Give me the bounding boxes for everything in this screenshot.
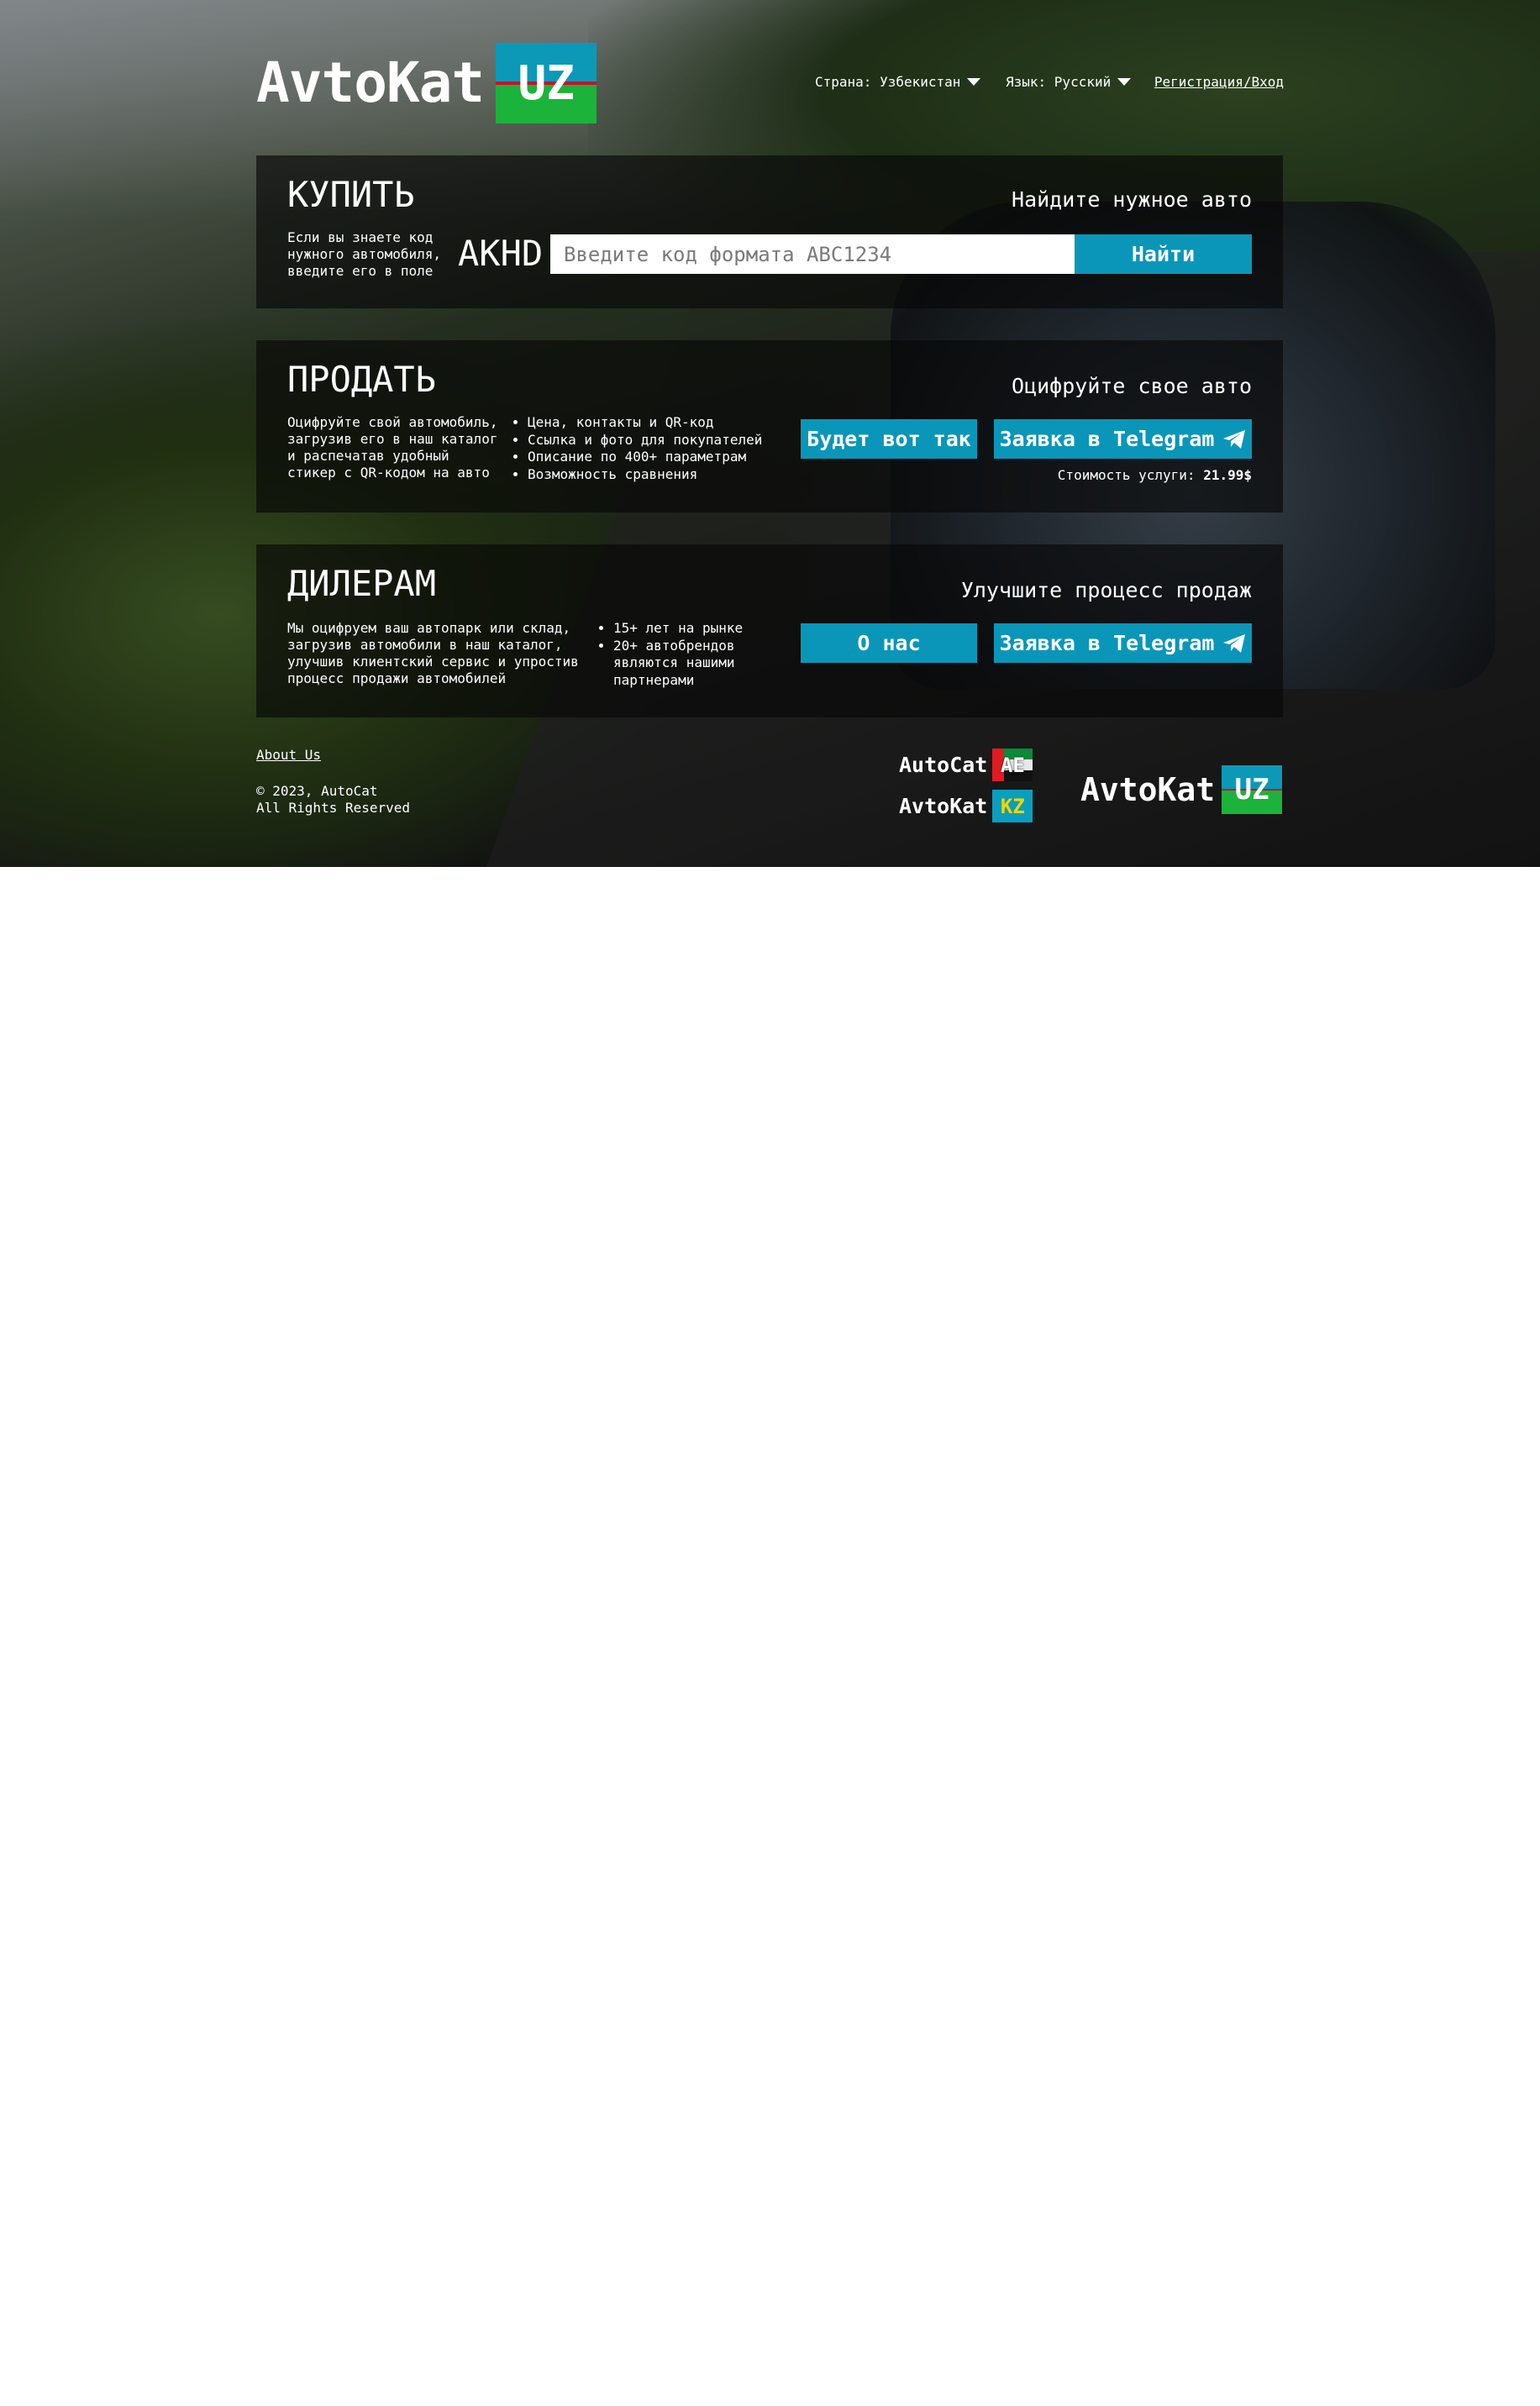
dealers-feature-list: 15+ лет на рынке 20+ автобрендов являютс… <box>598 620 781 689</box>
find-button[interactable]: Найти <box>1075 234 1252 274</box>
copyright-line: © 2023, AutoCat <box>256 783 378 799</box>
list-item: 15+ лет на рынке <box>613 620 781 638</box>
price-value: 21.99$ <box>1203 467 1252 483</box>
sell-section: ПРОДАТЬ Оцифруйте свое авто Оцифруйте св… <box>256 340 1283 512</box>
ae-flag-badge: AE <box>992 749 1033 781</box>
dealers-telegram-button[interactable]: Заявка в Telegram <box>994 623 1252 663</box>
logo-wordmark: AvtoKat <box>256 50 485 115</box>
regional-site-name: AvtoKat <box>899 794 988 818</box>
country-select[interactable]: Страна: Узбекистан <box>815 74 981 90</box>
dealers-tagline: Улучшите процесс продаж <box>960 578 1252 602</box>
regional-site-kz[interactable]: AvtoKat KZ <box>899 790 1033 822</box>
about-button[interactable]: О нас <box>801 623 977 663</box>
uz-flag-badge: UZ <box>496 43 597 123</box>
dealers-telegram-label: Заявка в Telegram <box>999 631 1215 655</box>
list-item: Цена, контакты и QR-код <box>528 414 780 432</box>
regional-site-ae[interactable]: AutoCat AE <box>899 749 1033 781</box>
footer-logo[interactable]: AvtoKat UZ <box>1080 765 1283 814</box>
sell-telegram-button[interactable]: Заявка в Telegram <box>994 419 1252 459</box>
sell-feature-list: Цена, контакты и QR-код Ссылка и фото дл… <box>512 414 780 483</box>
sell-description: Оцифруйте свой автомобиль, загрузив его … <box>287 414 498 481</box>
list-item: Ссылка и фото для покупателей <box>528 432 780 449</box>
price-label: Стоимость услуги: <box>1057 467 1196 483</box>
logo-wordmark: AvtoKat <box>1080 771 1216 808</box>
chevron-down-icon <box>967 78 981 86</box>
site-logo[interactable]: AvtoKat UZ <box>256 43 597 123</box>
chevron-down-icon <box>1117 78 1132 86</box>
preview-button-label: Будет вот так <box>807 427 971 451</box>
kz-flag-badge: KZ <box>992 790 1033 822</box>
language-select-label: Язык: Русский <box>1006 74 1112 90</box>
list-item: 20+ автобрендов являются нашими партнера… <box>613 638 781 690</box>
regional-site-code: KZ <box>1000 794 1025 818</box>
sell-title: ПРОДАТЬ <box>287 359 437 400</box>
list-item: Возможность сравнения <box>528 466 780 484</box>
uz-flag-label: UZ <box>518 55 575 111</box>
dealers-title: ДИЛЕРАМ <box>287 563 437 604</box>
sell-tagline: Оцифруйте свое авто <box>1012 374 1252 398</box>
telegram-icon <box>1223 633 1246 653</box>
buy-tagline: Найдите нужное авто <box>1012 187 1252 212</box>
regional-site-code: AE <box>1000 753 1025 777</box>
dealers-section: ДИЛЕРАМ Улучшите процесс продаж Мы оцифр… <box>256 544 1283 717</box>
buy-description: Если вы знаете код нужного автомобиля, в… <box>287 229 442 279</box>
car-code-input[interactable] <box>550 234 1075 274</box>
buy-section: КУПИТЬ Найдите нужное авто Если вы знает… <box>256 155 1283 308</box>
service-price: Стоимость услуги: 21.99$ <box>1058 467 1252 483</box>
sell-telegram-label: Заявка в Telegram <box>999 427 1215 451</box>
telegram-icon <box>1223 429 1246 449</box>
buy-title: КУПИТЬ <box>287 174 415 215</box>
top-nav: Страна: Узбекистан Язык: Русский Регистр… <box>815 74 1284 92</box>
copyright: © 2023, AutoCat All Rights Reserved <box>256 783 410 817</box>
language-select[interactable]: Язык: Русский <box>1006 74 1132 90</box>
preview-button[interactable]: Будет вот так <box>801 419 977 459</box>
regional-site-name: AutoCat <box>899 753 988 777</box>
auth-link[interactable]: Регистрация/Вход <box>1154 74 1284 90</box>
list-item: Описание по 400+ параметрам <box>528 449 780 466</box>
copyright-line: All Rights Reserved <box>256 800 411 816</box>
about-button-label: О нас <box>857 631 921 655</box>
country-select-label: Страна: Узбекистан <box>815 74 961 90</box>
uz-flag-badge: UZ <box>1222 765 1283 814</box>
about-us-link[interactable]: About Us <box>256 747 321 763</box>
code-prefix: AKHD <box>458 233 544 274</box>
dealers-description: Мы оцифруем ваш автопарк или склад, загр… <box>287 620 579 686</box>
uz-flag-label: UZ <box>1234 773 1269 806</box>
